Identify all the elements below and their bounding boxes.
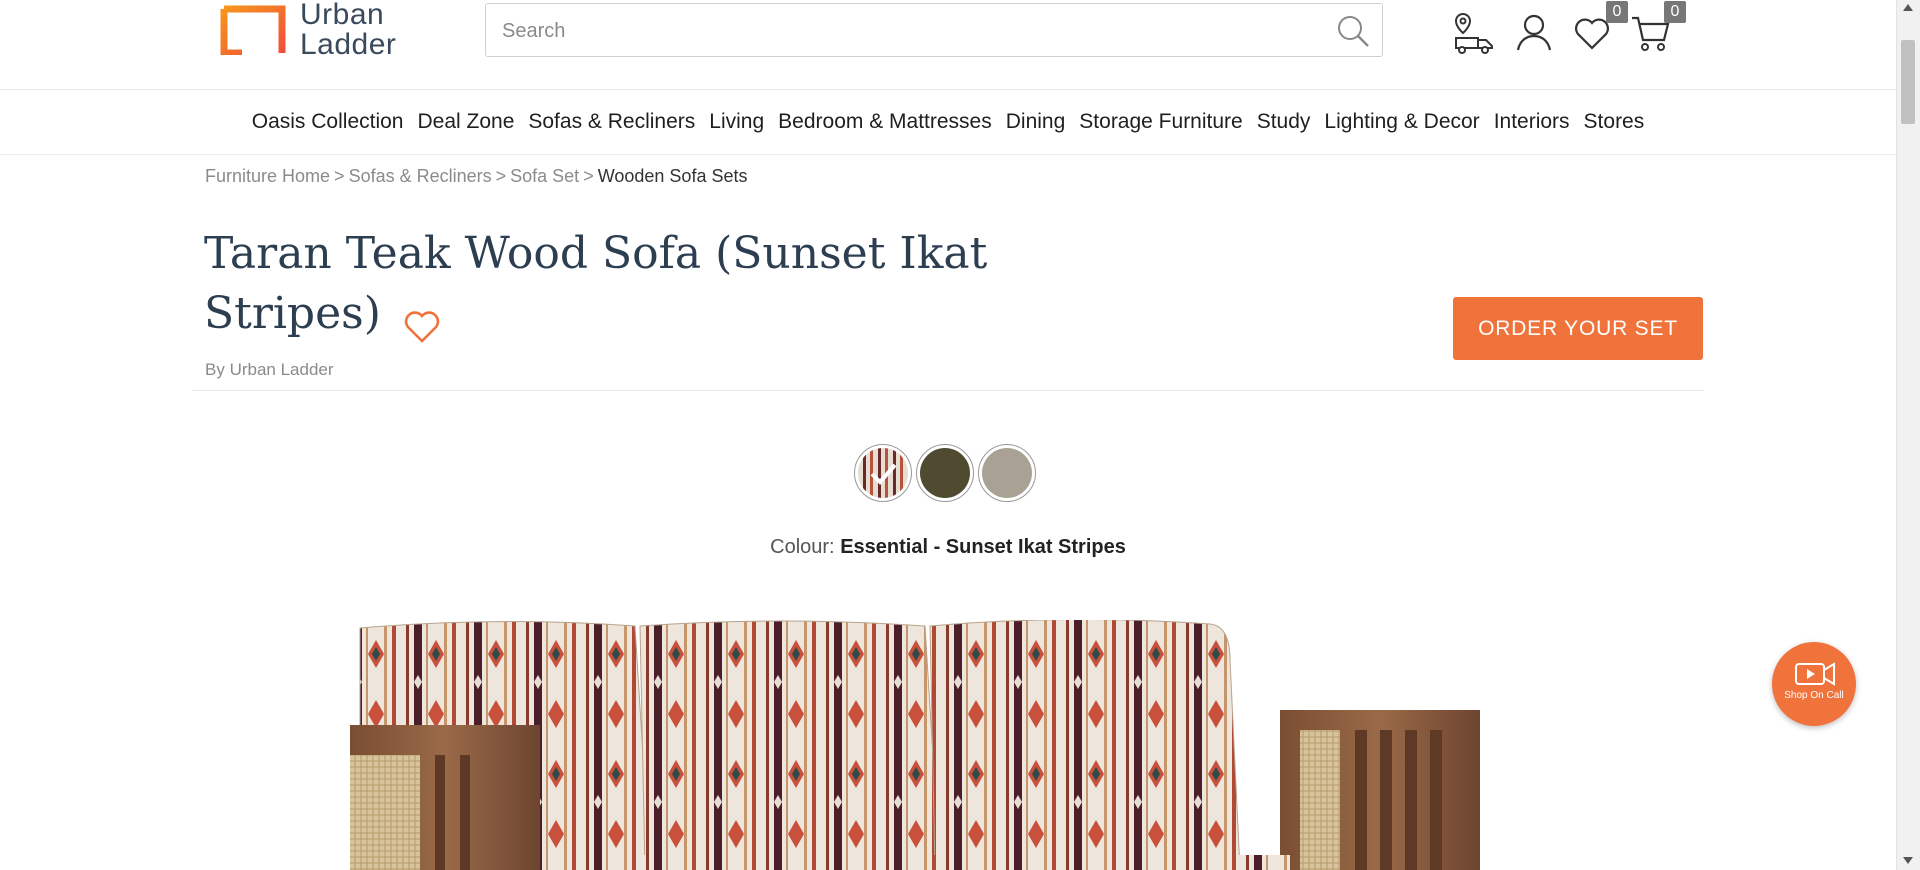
- scroll-thumb[interactable]: [1901, 40, 1915, 124]
- brand-name[interactable]: Urban Ladder: [230, 360, 334, 379]
- breadcrumb-separator: >: [583, 166, 594, 186]
- nav-item-storage-furniture[interactable]: Storage Furniture: [1072, 110, 1249, 134]
- scroll-up-arrow-icon[interactable]: [1903, 4, 1913, 11]
- cart-count-badge: 0: [1664, 1, 1686, 23]
- shop-on-call-button[interactable]: Shop On Call: [1772, 642, 1856, 726]
- add-to-wishlist-heart-icon[interactable]: [403, 300, 441, 343]
- breadcrumb-current: Wooden Sofa Sets: [597, 166, 748, 186]
- site-header: Urban Ladder Search 0 0: [0, 0, 1896, 90]
- nav-item-interiors[interactable]: Interiors: [1487, 110, 1577, 134]
- selected-colour: Colour: Essential - Sunset Ikat Stripes: [0, 536, 1896, 559]
- breadcrumb: Furniture Home > Sofas & Recliners > Sof…: [205, 166, 747, 187]
- product-title-line-1: Taran Teak Wood Sofa (Sunset Ikat: [204, 228, 988, 279]
- nav-item-lighting-decor[interactable]: Lighting & Decor: [1317, 110, 1486, 134]
- nav-item-study[interactable]: Study: [1250, 110, 1318, 134]
- nav-item-oasis-collection[interactable]: Oasis Collection: [245, 110, 411, 134]
- breadcrumb-link[interactable]: Sofas & Recliners: [349, 166, 492, 187]
- brand-by-label: By: [205, 360, 225, 379]
- vertical-scrollbar[interactable]: [1896, 0, 1920, 870]
- wishlist-icon[interactable]: 0: [1570, 1, 1628, 54]
- product-image[interactable]: [340, 620, 1540, 870]
- nav-item-dining[interactable]: Dining: [999, 110, 1073, 134]
- selected-check-icon: [870, 463, 897, 485]
- title-divider: [192, 390, 1704, 391]
- colour-swatches: [854, 444, 1036, 502]
- logo-mark: [220, 5, 286, 57]
- logo-line-2: Ladder: [300, 28, 397, 61]
- account-icon[interactable]: [1512, 10, 1556, 54]
- nav-item-stores[interactable]: Stores: [1577, 110, 1652, 134]
- logo-line-1: Urban: [300, 0, 385, 31]
- nav-item-deal-zone[interactable]: Deal Zone: [410, 110, 521, 134]
- page: Urban Ladder Search 0 0 Oasis Collection…: [0, 0, 1896, 870]
- search-icon[interactable]: [1336, 14, 1370, 48]
- breadcrumb-link[interactable]: Furniture Home: [205, 166, 330, 187]
- breadcrumb-separator: >: [334, 166, 345, 186]
- track-order-icon[interactable]: [1452, 10, 1496, 54]
- breadcrumb-separator: >: [495, 166, 507, 186]
- swatch-olive[interactable]: [916, 444, 974, 502]
- colour-value: Essential - Sunset Ikat Stripes: [840, 536, 1126, 558]
- breadcrumb-link[interactable]: Sofa Set: [510, 166, 579, 187]
- shop-on-call-label: Shop On Call: [1784, 690, 1844, 701]
- urban-ladder-logo[interactable]: Urban Ladder: [220, 0, 420, 61]
- wishlist-count-badge: 0: [1606, 1, 1628, 23]
- search-input[interactable]: [500, 4, 1304, 58]
- scroll-down-arrow-icon[interactable]: [1903, 857, 1913, 864]
- cart-icon[interactable]: 0: [1628, 1, 1686, 54]
- swatch-beige[interactable]: [978, 444, 1036, 502]
- product-title-line-2: Stripes): [204, 288, 381, 339]
- nav-item-living[interactable]: Living: [702, 110, 771, 134]
- swatch-sunset-ikat-stripes[interactable]: [854, 444, 912, 502]
- colour-label: Colour:: [770, 536, 835, 558]
- nav-item-bedroom-mattresses[interactable]: Bedroom & Mattresses: [771, 110, 999, 134]
- order-your-set-button[interactable]: ORDER YOUR SET: [1453, 297, 1703, 360]
- nav-item-sofas-recliners[interactable]: Sofas & Recliners: [521, 110, 702, 134]
- product-title: Taran Teak Wood Sofa (Sunset Ikat Stripe…: [204, 224, 1004, 344]
- search-box: [485, 3, 1383, 58]
- product-brand: By Urban Ladder: [205, 360, 334, 380]
- main-nav: Oasis Collection Deal Zone Sofas & Recli…: [0, 90, 1896, 155]
